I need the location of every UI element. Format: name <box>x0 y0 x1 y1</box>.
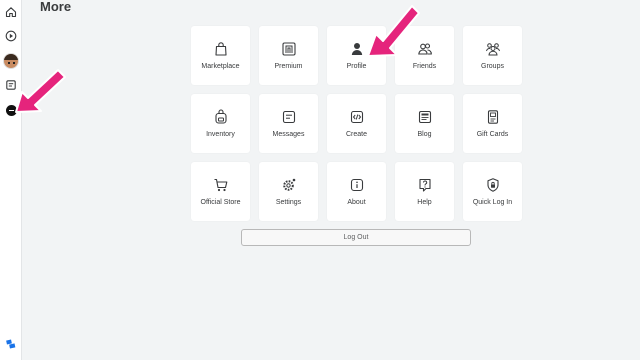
tile-label: Profile <box>346 63 367 70</box>
shield-lock-icon <box>485 177 501 193</box>
cart-icon <box>213 177 229 193</box>
tile-label: Inventory <box>206 131 235 138</box>
gear-icon <box>281 177 297 193</box>
tile-label: Quick Log In <box>472 199 513 206</box>
help-icon <box>417 177 433 193</box>
tile-label: Premium <box>274 63 303 70</box>
tile-label: Groups <box>481 63 504 70</box>
tile-gift-cards[interactable]: Gift Cards <box>463 94 522 153</box>
tile-quick-log-in[interactable]: Quick Log In <box>463 162 522 221</box>
tile-label: Marketplace <box>201 63 240 70</box>
tile-help[interactable]: Help <box>395 162 454 221</box>
roblox-logo-icon <box>6 339 16 349</box>
groups-icon <box>485 41 501 57</box>
home-icon <box>5 7 17 18</box>
avatar <box>3 53 19 69</box>
tile-label: Help <box>417 199 432 206</box>
discover-icon <box>5 30 17 42</box>
home-button[interactable] <box>2 3 20 21</box>
backpack-icon <box>213 109 229 125</box>
tile-settings[interactable]: Settings <box>259 162 318 221</box>
tile-label: Blog <box>417 131 432 138</box>
tile-premium[interactable]: Premium <box>259 26 318 85</box>
annotation-arrow-profile <box>367 5 420 57</box>
tile-label: Friends <box>412 63 437 70</box>
tile-about[interactable]: About <box>327 162 386 221</box>
tile-label: Official Store <box>200 199 241 206</box>
tile-official-store[interactable]: Official Store <box>191 162 250 221</box>
left-sidebar <box>0 0 22 360</box>
tile-create[interactable]: Create <box>327 94 386 153</box>
premium-icon <box>281 41 297 57</box>
profile-icon <box>349 41 365 57</box>
blog-icon <box>417 109 433 125</box>
tile-label: Settings <box>275 199 302 206</box>
messages-icon <box>281 109 297 125</box>
tile-label: Create <box>345 131 367 138</box>
logout-button[interactable]: Log Out <box>241 229 471 246</box>
gift-card-icon <box>485 109 501 125</box>
tile-groups[interactable]: Groups <box>463 26 522 85</box>
code-icon <box>349 109 365 125</box>
tile-label: Gift Cards <box>476 131 509 138</box>
discover-button[interactable] <box>2 27 20 45</box>
page-title: More <box>40 0 72 14</box>
info-icon <box>349 177 365 193</box>
roblox-logo-button[interactable] <box>2 335 20 353</box>
tile-blog[interactable]: Blog <box>395 94 454 153</box>
tile-label: Messages <box>272 131 305 138</box>
tile-inventory[interactable]: Inventory <box>191 94 250 153</box>
tile-marketplace[interactable]: Marketplace <box>191 26 250 85</box>
tile-label: About <box>347 199 366 206</box>
shopping-bag-icon <box>213 41 229 57</box>
annotation-arrow-more <box>15 69 66 113</box>
tile-messages[interactable]: Messages <box>259 94 318 153</box>
